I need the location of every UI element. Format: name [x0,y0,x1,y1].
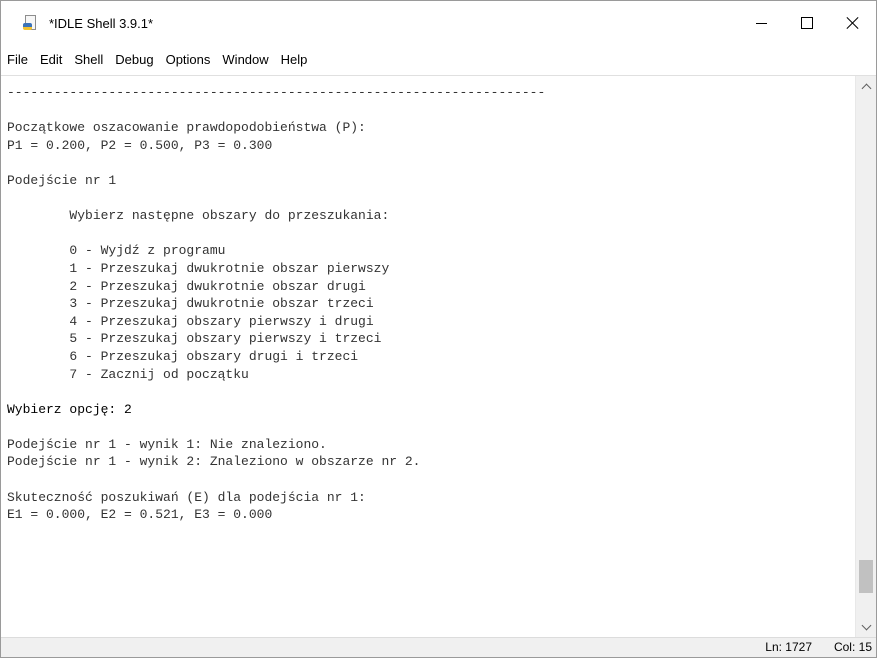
status-line-number: Ln: 1727 [765,640,812,654]
maximize-icon [801,17,813,29]
menu-edit[interactable]: Edit [34,45,68,75]
window-controls [738,1,876,45]
menu-shell[interactable]: Shell [68,45,109,75]
idle-app-icon[interactable] [23,15,39,31]
shell-line: Podejście nr 1 - wynik 2: Znaleziono w o… [7,454,421,470]
menu-help[interactable]: Help [275,45,314,75]
menu-file[interactable]: File [1,45,34,75]
title-bar[interactable]: *IDLE Shell 3.9.1* [1,1,876,45]
scroll-up-button[interactable] [856,76,876,96]
shell-line: 2 - Przeszukaj dwukrotnie obszar drugi [7,278,366,294]
shell-line: P1 = 0.200, P2 = 0.500, P3 = 0.300 [7,137,273,153]
shell-line: ----------------------------------------… [7,85,546,100]
status-bar: Ln: 1727 Col: 15 [1,637,876,657]
shell-line: Skuteczność poszukiwań (E) dla podejścia… [7,489,366,505]
shell-line: 6 - Przeszukaj obszary drugi i trzeci [7,348,359,364]
shell-line: 5 - Przeszukaj obszary pierwszy i trzeci [7,331,382,347]
shell-line [7,383,854,401]
shell-line: 0 - Wyjdź z programu [7,243,226,259]
shell-line [7,471,854,489]
menu-bar: File Edit Shell Debug Options Window Hel… [1,45,876,76]
shell-line [7,154,854,172]
shell-line [7,225,854,243]
shell-line [7,102,854,120]
shell-output[interactable]: ----------------------------------------… [1,76,854,524]
shell-line: Wybierz następne obszary do przeszukania… [7,208,390,224]
shell-line: Wybierz opcję: 2 [7,401,132,417]
shell-line: 1 - Przeszukaj dwukrotnie obszar pierwsz… [7,260,390,276]
menu-debug[interactable]: Debug [109,45,159,75]
vertical-scrollbar[interactable] [855,76,876,637]
menu-window[interactable]: Window [216,45,274,75]
shell-line [7,418,854,436]
shell-line: 3 - Przeszukaj dwukrotnie obszar trzeci [7,296,374,312]
shell-line: Podejście nr 1 [7,172,117,188]
close-icon [847,17,859,29]
shell-line: 4 - Przeszukaj obszary pierwszy i drugi [7,313,374,329]
close-button[interactable] [830,1,876,45]
minimize-button[interactable] [738,1,784,45]
chevron-up-icon [861,83,871,93]
idle-shell-window: *IDLE Shell 3.9.1* File Edit Shell Debug… [0,0,877,658]
shell-line: Podejście nr 1 - wynik 1: Nie znaleziono… [7,436,327,452]
shell-line [7,190,854,208]
shell-text-area[interactable]: ----------------------------------------… [1,76,854,637]
maximize-button[interactable] [784,1,830,45]
minimize-icon [755,22,767,24]
shell-line: E1 = 0.000, E2 = 0.521, E3 = 0.000 [7,507,273,523]
window-title: *IDLE Shell 3.9.1* [49,15,154,31]
status-column-number: Col: 15 [833,640,872,654]
chevron-down-icon [861,620,871,630]
scroll-down-button[interactable] [856,617,876,637]
shell-line: 7 - Zacznij od początku [7,366,249,382]
menu-options[interactable]: Options [160,45,217,75]
scroll-thumb[interactable] [859,560,873,593]
shell-line: Początkowe oszacowanie prawdopodobieństw… [7,120,366,136]
